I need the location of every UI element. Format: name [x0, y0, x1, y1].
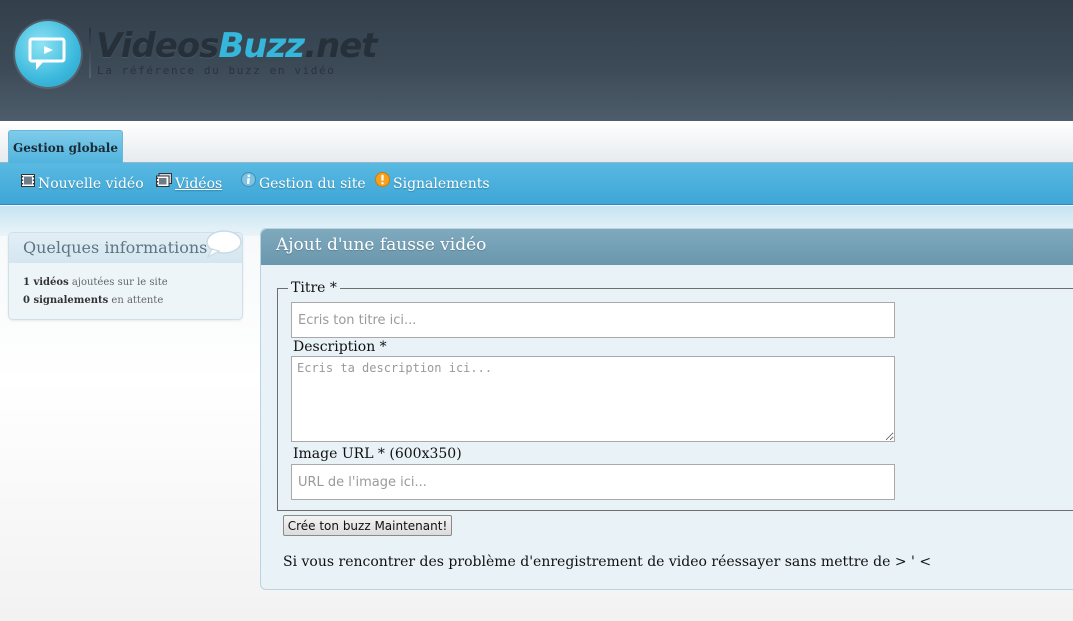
nav-item-videos[interactable]: Vidéos: [156, 163, 222, 205]
tab-gestion-globale[interactable]: Gestion globale: [8, 130, 123, 164]
stat-signalements: 0 signalements en attente: [23, 295, 163, 306]
nav-label: Signalements: [393, 176, 490, 192]
info-icon: [241, 162, 256, 204]
logo-text-videos: Videos: [96, 26, 219, 66]
page-title: Ajout d'une fausse vidéo: [276, 235, 487, 255]
nav-item-gestion-du-site[interactable]: Gestion du site: [241, 163, 366, 205]
logo-icon[interactable]: [15, 21, 81, 87]
info-box: Quelques informations 1 vidéos ajoutées …: [8, 229, 243, 320]
film-icon: [21, 162, 35, 204]
image-url-label: Image URL * (600x350): [293, 446, 462, 462]
submit-button[interactable]: Crée ton buzz Maintenant!: [283, 515, 452, 536]
stat-count: 0 signalements: [23, 295, 109, 306]
logo-divider: [89, 28, 91, 78]
site-logo-text[interactable]: VideosBuzz.net: [96, 26, 378, 66]
warning-icon: [375, 162, 390, 204]
description-textarea[interactable]: [291, 356, 895, 442]
stat-videos: 1 vidéos ajoutées sur le site: [23, 277, 168, 288]
stat-text: ajoutées sur le site: [68, 277, 168, 288]
film-stack-icon: [156, 162, 172, 204]
title-label: Titre *: [291, 280, 337, 296]
nav-label: Gestion du site: [259, 176, 366, 192]
nav-item-nouvelle-video[interactable]: Nouvelle vidéo: [21, 163, 144, 205]
stat-count: 1 vidéos: [23, 277, 69, 288]
video-chat-icon: [28, 37, 66, 70]
logo-text-buzz: Buzz: [218, 26, 305, 66]
nav-label: Nouvelle vidéo: [38, 176, 144, 192]
description-label: Description *: [293, 339, 387, 355]
title-input[interactable]: [291, 302, 895, 338]
help-note: Si vous rencontrer des problème d'enregi…: [283, 554, 932, 570]
main-nav: Nouvelle vidéo Vidéos Gestion du site Si…: [0, 163, 1073, 205]
image-url-input[interactable]: [291, 464, 895, 500]
main-panel-header: Ajout d'une fausse vidéo: [261, 229, 1073, 265]
stat-text: en attente: [108, 295, 164, 306]
speech-bubble-icon: [204, 229, 242, 263]
logo-text-net: .net: [304, 26, 377, 66]
site-header: VideosBuzz.net La référence du buzz en v…: [0, 0, 1073, 121]
tab-bar: Gestion globale: [0, 121, 1073, 164]
site-tagline: La référence du buzz en vidéo: [97, 64, 336, 77]
info-box-title: Quelques informations: [23, 238, 208, 257]
nav-item-signalements[interactable]: Signalements: [375, 163, 490, 205]
nav-label: Vidéos: [175, 176, 223, 192]
